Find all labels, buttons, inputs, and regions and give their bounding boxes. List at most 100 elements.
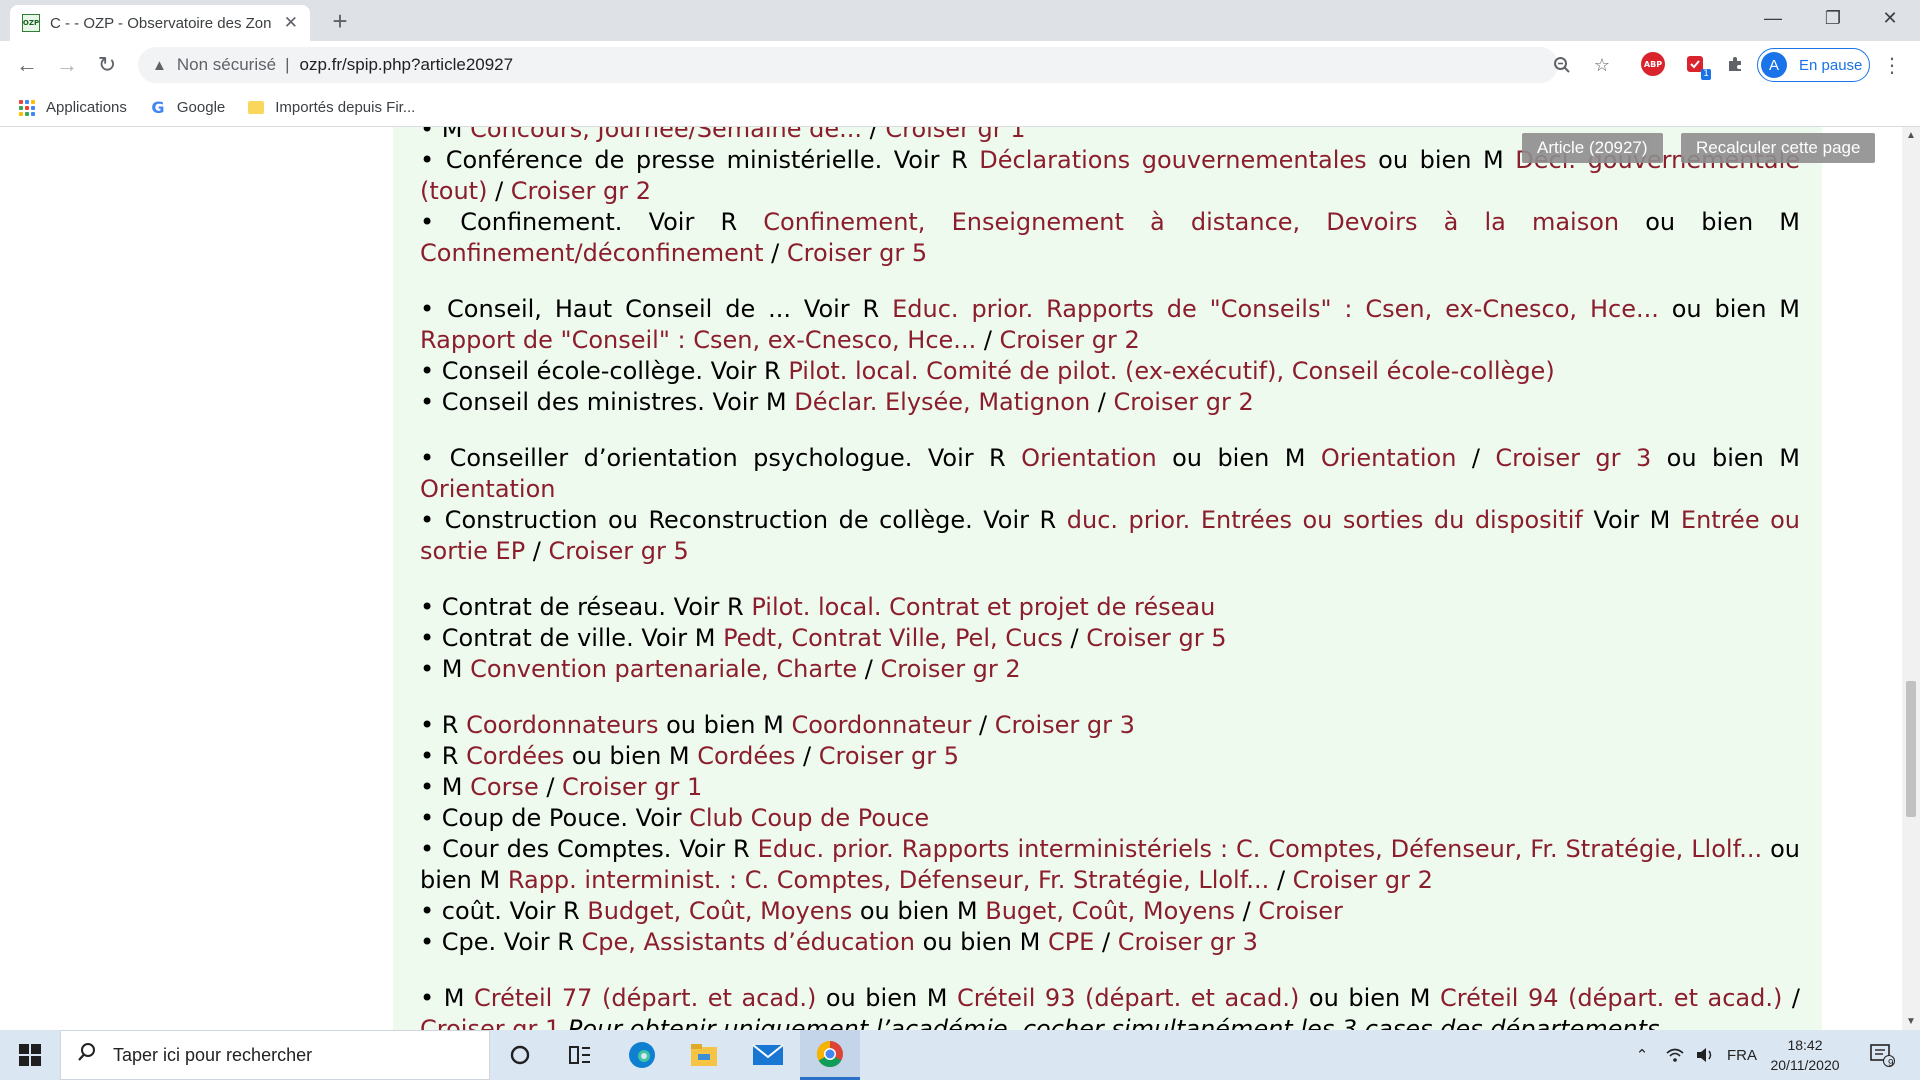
kebab-menu-icon[interactable]: ⋮ (1880, 52, 1904, 78)
new-tab-button[interactable]: + (325, 6, 355, 36)
entry-text: • R (420, 742, 467, 770)
keyword-link[interactable]: Croiser gr 5 (1086, 624, 1226, 652)
edge-browser-icon[interactable] (612, 1030, 672, 1080)
profile-button[interactable]: A En pause (1757, 48, 1870, 82)
zoom-icon[interactable] (1550, 53, 1574, 77)
notification-center-icon[interactable]: 9 (1862, 1030, 1902, 1080)
extension-shield-icon[interactable]: 1 (1683, 52, 1711, 80)
keyword-link[interactable]: Coordonnateur (791, 711, 971, 739)
reload-icon[interactable]: ↻ (90, 48, 124, 82)
keyword-link[interactable]: Créteil 93 (départ. et acad.) (957, 984, 1299, 1012)
tab-close-icon[interactable]: ✕ (284, 13, 298, 33)
recalculate-page-button[interactable]: Recalculer cette page (1681, 133, 1876, 163)
keyword-link[interactable]: Orientation (1021, 444, 1157, 472)
keyword-link[interactable]: Créteil 94 (départ. et acad.) (1440, 984, 1782, 1012)
chevron-up-icon[interactable]: ⌃ (1628, 1030, 1656, 1080)
article-body: • M Concours, Journée/Semaine de... / Cr… (393, 127, 1822, 1030)
scroll-up-arrow-icon[interactable]: ▲ (1902, 127, 1920, 144)
chrome-icon[interactable] (800, 1030, 860, 1080)
mail-icon[interactable] (738, 1030, 798, 1080)
restore-icon[interactable]: ❐ (1803, 0, 1863, 36)
security-label[interactable]: Non sécurisé (177, 55, 276, 75)
keyword-link[interactable]: Cordées (466, 742, 564, 770)
forward-arrow-icon[interactable]: → (50, 48, 84, 82)
keyword-link[interactable]: Croiser gr 2 (1000, 326, 1140, 354)
browser-tab[interactable]: OZP C - - OZP - Observatoire des Zon ✕ (10, 5, 310, 41)
keyword-link[interactable]: Cpe, Assistants d’éducation (582, 928, 915, 956)
keyword-link[interactable]: Budget, Coût, Moyens (587, 897, 852, 925)
url-text[interactable]: ozp.fr/spip.php?article20927 (300, 55, 514, 75)
close-window-icon[interactable]: ✕ (1860, 0, 1920, 36)
volume-icon[interactable] (1690, 1030, 1720, 1080)
keyword-link[interactable]: Coordonnateurs (466, 711, 658, 739)
extensions-puzzle-icon[interactable] (1723, 52, 1747, 76)
keyword-link[interactable]: Croiser gr 3 (995, 711, 1135, 739)
keyword-link[interactable]: Croiser gr 5 (819, 742, 959, 770)
back-arrow-icon[interactable]: ← (10, 48, 44, 82)
scroll-down-arrow-icon[interactable]: ▼ (1902, 1013, 1920, 1030)
keyword-link[interactable]: Confinement, Enseignement à distance, De… (763, 208, 1619, 236)
keyword-link[interactable]: Croiser gr 1 (885, 127, 1025, 143)
entry-contrat-ville: • Contrat de ville. Voir M Pedt, Contrat… (420, 623, 1800, 654)
keyword-link[interactable]: Pilot. local. Contrat et projet de résea… (751, 593, 1215, 621)
keyword-link[interactable]: Déclarations gouvernementales (979, 146, 1366, 174)
entry-text: ou bien M (852, 897, 986, 925)
entry-text: • M (420, 773, 471, 801)
vertical-scrollbar[interactable]: ▲ ▼ (1902, 127, 1920, 1030)
warning-triangle-icon[interactable]: ▲ (152, 57, 167, 74)
keyword-link[interactable]: Educ. prior. Rapports interministériels … (758, 835, 1763, 863)
bookmarks-bar: Applications G Google Importés depuis Fi… (0, 89, 1920, 127)
keyword-link[interactable]: Croiser gr 3 (1495, 444, 1651, 472)
scrollbar-thumb[interactable] (1906, 681, 1916, 817)
entry-text: • Conseil, Haut Conseil de ... Voir R (420, 295, 893, 323)
keyword-link[interactable]: Croiser gr 1 (420, 1015, 560, 1030)
adblock-plus-icon[interactable]: ABP (1641, 52, 1665, 76)
keyword-link[interactable]: Convention partenariale, Charte (470, 655, 857, 683)
keyword-link[interactable]: Croiser gr 2 (511, 177, 651, 205)
keyword-link[interactable]: Club Coup de Pouce (689, 804, 929, 832)
entry-conseil-ecole-college: • Conseil école-collège. Voir R Pilot. l… (420, 356, 1800, 387)
minimize-icon[interactable]: — (1743, 0, 1803, 36)
keyword-link[interactable]: Croiser gr 2 (1293, 866, 1433, 894)
windows-start-icon[interactable] (0, 1030, 60, 1080)
keyword-link[interactable]: Croiser gr 1 (562, 773, 702, 801)
keyword-link[interactable]: duc. prior. Entrées ou sorties du dispos… (1067, 506, 1583, 534)
entry-text: / (763, 239, 787, 267)
keyword-link[interactable]: Buget, Coût, Moyens (985, 897, 1235, 925)
network-icon[interactable] (1660, 1030, 1690, 1080)
keyword-link[interactable]: Rapp. interminist. : C. Comptes, Défense… (508, 866, 1269, 894)
keyword-link[interactable]: Cordées (697, 742, 795, 770)
keyword-link[interactable]: Rapport de "Conseil" : Csen, ex-Cnesco, … (420, 326, 976, 354)
task-view-icon[interactable] (550, 1030, 610, 1080)
keyword-link[interactable]: Croiser gr 5 (549, 537, 689, 565)
keyword-link[interactable]: Croiser gr 2 (880, 655, 1020, 683)
keyword-link[interactable]: Confinement/déconfinement (420, 239, 764, 267)
bookmark-folder-imported[interactable]: Importés depuis Fir... (247, 99, 415, 117)
entry-convention: • M Convention partenariale, Charte / Cr… (420, 654, 1800, 685)
keyword-link[interactable]: Croiser gr 5 (787, 239, 927, 267)
cortana-icon[interactable] (490, 1030, 550, 1080)
file-explorer-icon[interactable] (674, 1030, 734, 1080)
keyword-link[interactable]: Pedt, Contrat Ville, Pel, Cucs (723, 624, 1063, 652)
keyword-link[interactable]: Croiser gr 3 (1118, 928, 1258, 956)
bookmark-google[interactable]: G Google (149, 98, 225, 117)
bookmark-applications[interactable]: Applications (18, 99, 127, 117)
address-bar[interactable]: ▲ Non sécurisé | ozp.fr/spip.php?article… (138, 47, 1610, 83)
keyword-link[interactable]: Pilot. local. Comité de pilot. (ex-exécu… (788, 357, 1554, 385)
keyword-link[interactable]: Corse (470, 773, 539, 801)
keyword-link[interactable]: Croiser (1258, 897, 1343, 925)
keyword-link[interactable]: Educ. prior. Rapports de "Conseils" : Cs… (892, 295, 1659, 323)
keyword-link[interactable]: Croiser gr 2 (1114, 388, 1254, 416)
keyword-link[interactable]: Orientation (1321, 444, 1457, 472)
bookmark-star-icon[interactable]: ☆ (1590, 53, 1614, 77)
keyword-link[interactable]: Concours, Journée/Semaine de... (470, 127, 862, 143)
system-clock[interactable]: 18:42 20/11/2020 (1765, 1035, 1845, 1075)
keyword-link[interactable]: Créteil 77 (départ. et acad.) (474, 984, 816, 1012)
keyword-link[interactable]: Déclar. Elysée, Matignon (794, 388, 1090, 416)
entry-coup-de-pouce: • Coup de Pouce. Voir Club Coup de Pouce (420, 803, 1800, 834)
taskbar-search-box[interactable]: Taper ici pour rechercher (60, 1030, 490, 1080)
language-indicator[interactable]: FRA (1722, 1030, 1762, 1080)
keyword-link[interactable]: CPE (1048, 928, 1094, 956)
article-number-button[interactable]: Article (20927) (1522, 133, 1663, 163)
keyword-link[interactable]: Orientation (420, 475, 556, 503)
